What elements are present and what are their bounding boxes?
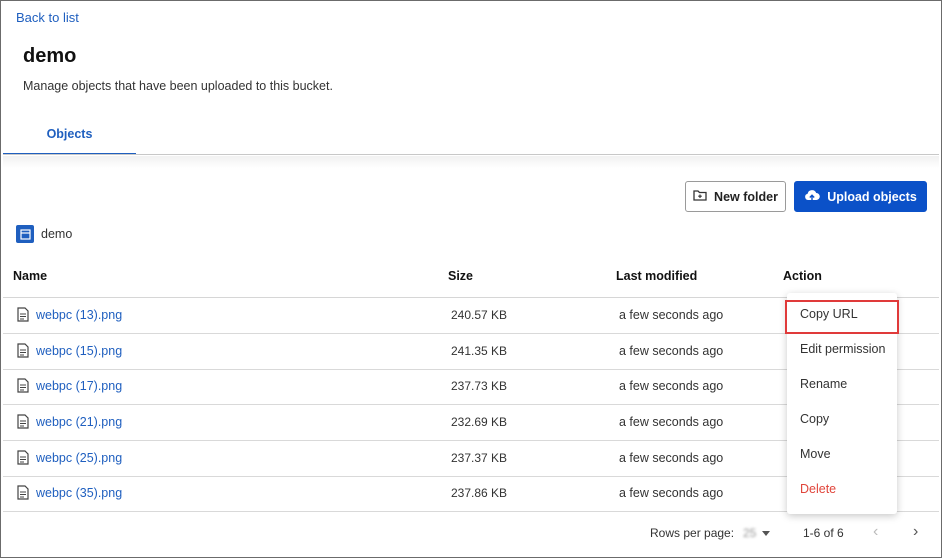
file-size: 237.86 KB	[451, 486, 508, 500]
rows-per-page-value: 25	[743, 526, 757, 540]
file-name-link[interactable]: webpc (13).png	[36, 308, 122, 322]
chevron-right-icon[interactable]: ›	[913, 523, 918, 541]
file-name-link[interactable]: webpc (35).png	[36, 486, 122, 500]
file-size: 240.57 KB	[451, 308, 508, 322]
page-title: demo	[23, 45, 77, 67]
file-icon	[17, 378, 29, 398]
file-name-link[interactable]: webpc (21).png	[36, 415, 122, 429]
column-header-size[interactable]: Size	[448, 269, 473, 283]
menu-item-rename[interactable]: Rename	[787, 368, 897, 401]
file-name-link[interactable]: webpc (25).png	[36, 451, 122, 465]
pagination-range: 1-6 of 6	[803, 526, 844, 540]
bucket-icon	[16, 225, 34, 243]
file-icon	[17, 343, 29, 363]
folder-plus-icon	[693, 189, 707, 204]
page-subtitle: Manage objects that have been uploaded t…	[23, 79, 333, 93]
file-name-link[interactable]: webpc (15).png	[36, 344, 122, 358]
file-icon	[17, 485, 29, 505]
caret-down-icon[interactable]	[762, 531, 770, 536]
file-last-modified: a few seconds ago	[619, 415, 724, 429]
file-last-modified: a few seconds ago	[619, 486, 724, 500]
file-last-modified: a few seconds ago	[619, 451, 724, 465]
back-to-list-link[interactable]: Back to list	[16, 10, 79, 25]
new-folder-button[interactable]: New folder	[685, 181, 786, 212]
menu-item-edit-permission[interactable]: Edit permission	[787, 333, 897, 366]
tabs-divider	[3, 154, 939, 155]
file-size: 237.37 KB	[451, 451, 508, 465]
file-last-modified: a few seconds ago	[619, 379, 724, 393]
file-size: 237.73 KB	[451, 379, 508, 393]
file-last-modified: a few seconds ago	[619, 308, 724, 322]
upload-objects-button[interactable]: Upload objects	[794, 181, 927, 212]
content-shadow	[3, 156, 939, 168]
file-name-link[interactable]: webpc (17).png	[36, 379, 122, 393]
rows-per-page-label: Rows per page:	[650, 526, 735, 540]
file-size: 241.35 KB	[451, 344, 508, 358]
new-folder-label: New folder	[714, 189, 778, 204]
column-header-last-modified[interactable]: Last modified	[616, 269, 697, 283]
menu-item-move[interactable]: Move	[787, 438, 897, 471]
column-header-action: Action	[783, 269, 822, 283]
breadcrumb-bucket[interactable]: demo	[41, 227, 72, 241]
file-icon	[17, 414, 29, 434]
menu-item-copy-url[interactable]: Copy URL	[787, 298, 897, 331]
file-icon	[17, 450, 29, 470]
tab-objects[interactable]: Objects	[3, 117, 136, 155]
file-last-modified: a few seconds ago	[619, 344, 724, 358]
cloud-upload-icon	[804, 189, 821, 205]
menu-item-delete[interactable]: Delete	[787, 473, 897, 506]
file-size: 232.69 KB	[451, 415, 508, 429]
rows-per-page-select[interactable]: 25	[743, 526, 756, 540]
chevron-left-icon[interactable]: ‹	[873, 523, 878, 541]
menu-item-copy[interactable]: Copy	[787, 403, 897, 436]
row-action-menu: Copy URL Edit permission Rename Copy Mov…	[787, 293, 897, 514]
column-header-name[interactable]: Name	[13, 269, 47, 283]
upload-objects-label: Upload objects	[827, 189, 917, 204]
file-icon	[17, 307, 29, 327]
